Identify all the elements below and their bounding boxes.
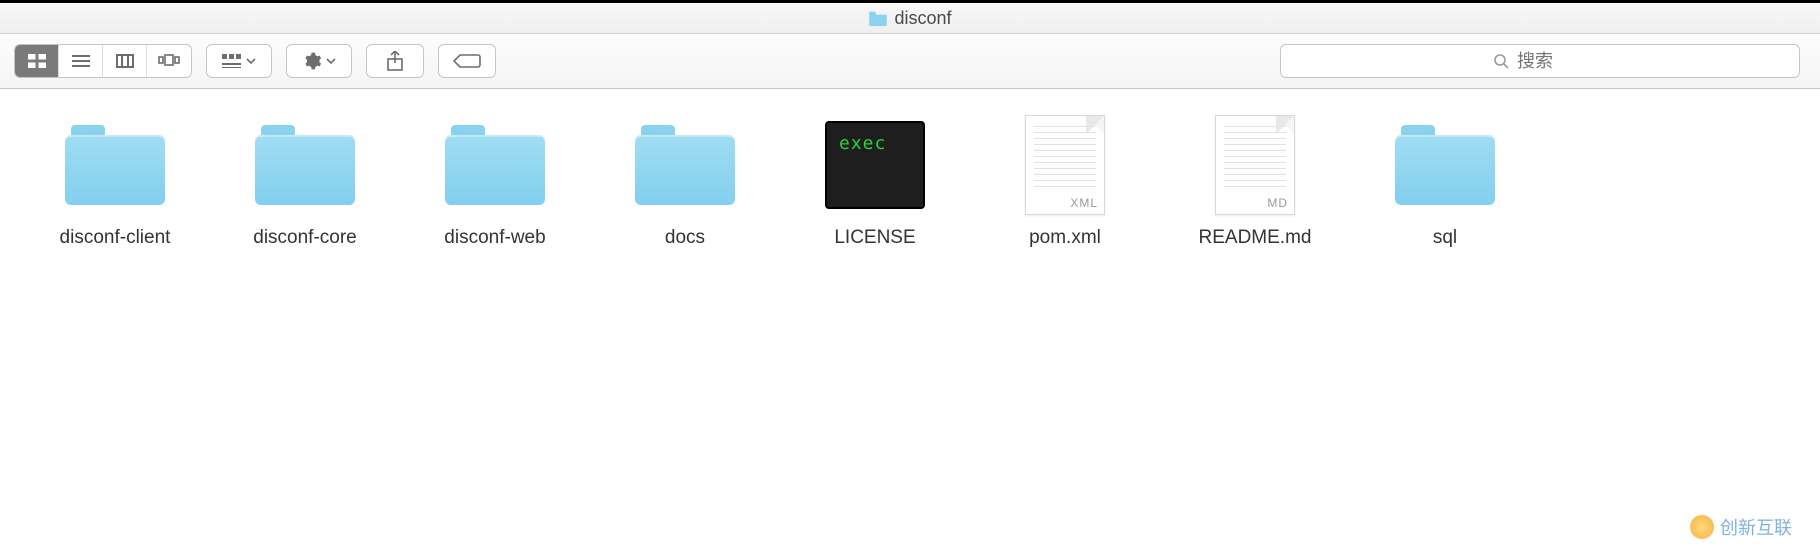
list-view-button[interactable] <box>59 45 103 77</box>
document-icon: MD <box>1201 115 1309 215</box>
file-item[interactable]: disconf-core <box>210 111 400 301</box>
file-grid: disconf-client disconf-core disconf-web … <box>0 89 1820 323</box>
file-item[interactable]: disconf-web <box>400 111 590 301</box>
file-label: disconf-client <box>60 227 171 249</box>
chevron-down-icon <box>326 58 336 64</box>
file-item[interactable]: exec LICENSE <box>780 111 970 301</box>
share-icon <box>386 51 404 71</box>
folder-icon <box>868 10 888 26</box>
view-mode-group <box>14 44 192 78</box>
tag-icon <box>453 53 481 69</box>
folder-icon <box>251 115 359 215</box>
icon-view-button[interactable] <box>15 45 59 77</box>
folder-icon <box>441 115 549 215</box>
search-input[interactable] <box>1517 51 1587 72</box>
watermark: 创新互联 <box>1690 514 1792 540</box>
share-button[interactable] <box>366 44 424 78</box>
document-icon: XML <box>1011 115 1119 215</box>
file-label: README.md <box>1199 227 1312 249</box>
folder-icon <box>61 115 169 215</box>
file-item[interactable]: docs <box>590 111 780 301</box>
gear-icon <box>302 51 322 71</box>
column-view-button[interactable] <box>103 45 147 77</box>
search-field[interactable] <box>1280 44 1800 78</box>
watermark-logo-icon <box>1690 515 1714 539</box>
file-label: docs <box>665 227 705 249</box>
file-label: disconf-web <box>444 227 545 249</box>
window-titlebar: disconf <box>0 0 1820 34</box>
file-item[interactable]: MD README.md <box>1160 111 1350 301</box>
gallery-view-button[interactable] <box>147 45 191 77</box>
file-label: pom.xml <box>1029 227 1101 249</box>
search-icon <box>1493 53 1509 69</box>
toolbar <box>0 34 1820 89</box>
file-item[interactable]: sql <box>1350 111 1540 301</box>
file-label: disconf-core <box>253 227 357 249</box>
folder-icon <box>631 115 739 215</box>
chevron-down-icon <box>246 58 256 64</box>
action-menu-button[interactable] <box>286 44 352 78</box>
file-item[interactable]: disconf-client <box>20 111 210 301</box>
file-label: sql <box>1433 227 1457 249</box>
window-title: disconf <box>894 8 951 29</box>
watermark-text: 创新互联 <box>1720 514 1792 540</box>
file-item[interactable]: XML pom.xml <box>970 111 1160 301</box>
file-label: LICENSE <box>834 227 915 249</box>
group-by-button[interactable] <box>206 44 272 78</box>
folder-icon <box>1391 115 1499 215</box>
exec-icon: exec <box>821 115 929 215</box>
tags-button[interactable] <box>438 44 496 78</box>
